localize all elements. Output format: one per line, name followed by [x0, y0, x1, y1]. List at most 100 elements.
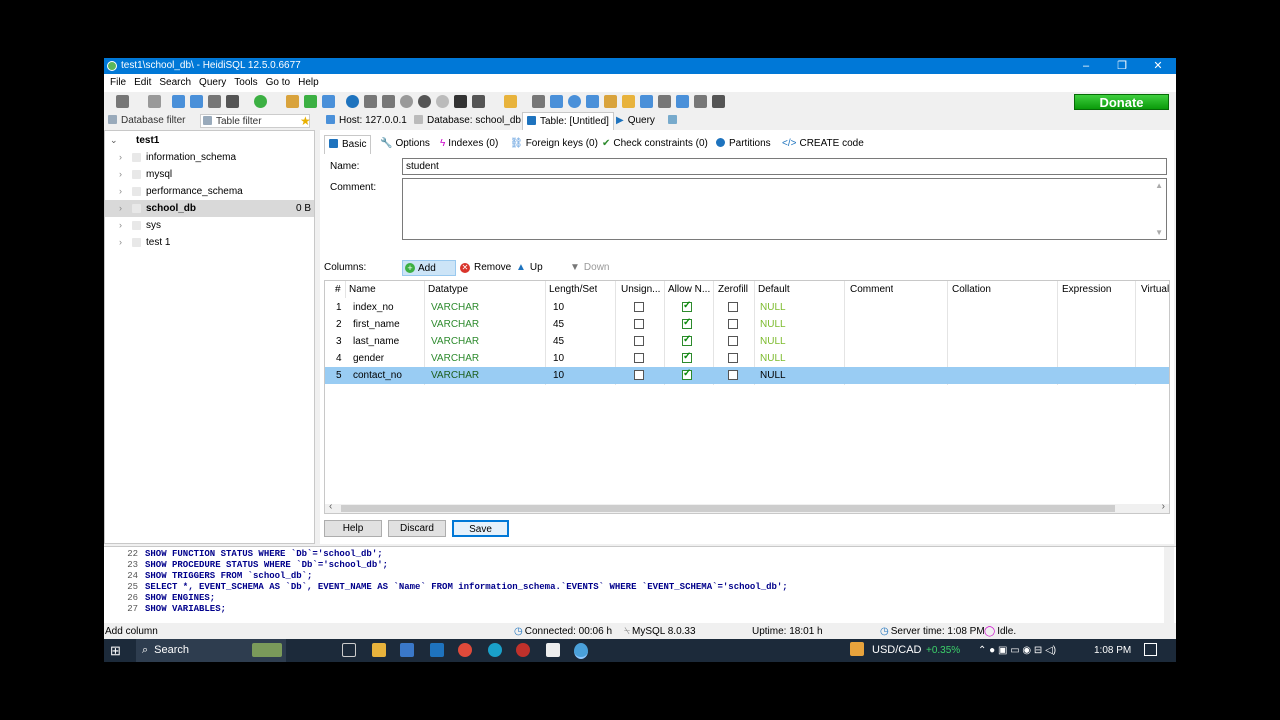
unsigned-checkbox[interactable]: [634, 353, 644, 363]
cancel-icon[interactable]: [454, 95, 467, 108]
column-header[interactable]: Collation: [952, 281, 991, 298]
tab-partitions[interactable]: Partitions: [716, 135, 771, 153]
filter-icon[interactable]: [622, 95, 635, 108]
column-header[interactable]: Datatype: [428, 281, 468, 298]
column-header[interactable]: Allow N...: [668, 281, 712, 298]
chevron-right-icon[interactable]: ›: [119, 200, 122, 217]
column-header[interactable]: Default: [758, 281, 790, 298]
brush-icon[interactable]: [604, 95, 617, 108]
zerofill-checkbox[interactable]: [728, 319, 738, 329]
column-header[interactable]: Unsign...: [621, 281, 660, 298]
unsigned-checkbox[interactable]: [634, 302, 644, 312]
store-icon[interactable]: [400, 643, 414, 657]
minimize-button[interactable]: –: [1068, 58, 1104, 74]
tree-node-db[interactable]: › information_schema: [105, 149, 314, 166]
menu-tools[interactable]: Tools: [230, 74, 261, 92]
allow-null-checkbox[interactable]: [682, 300, 692, 312]
table-row[interactable]: 4 gender VARCHAR 10 NULL: [325, 350, 1169, 367]
scroll-up-icon[interactable]: ▲: [1155, 181, 1163, 190]
tab-table[interactable]: Table: [Untitled]: [522, 112, 614, 130]
unsigned-checkbox[interactable]: [634, 319, 644, 329]
search-icon[interactable]: [568, 95, 581, 108]
record-icon[interactable]: [516, 643, 530, 657]
column-header[interactable]: Virtuali: [1141, 281, 1169, 298]
taskbar-search[interactable]: ⌕ Search: [136, 639, 286, 662]
tab-host[interactable]: Host: 127.0.0.1: [326, 112, 407, 130]
column-header[interactable]: Name: [349, 281, 376, 298]
tab-basic[interactable]: Basic: [324, 135, 372, 154]
post-icon[interactable]: [436, 95, 449, 108]
taskbar-clock[interactable]: 1:08 PM: [1094, 639, 1131, 662]
add-column-button[interactable]: + Add: [402, 260, 456, 276]
first-icon[interactable]: [364, 95, 377, 108]
disconnect-icon[interactable]: [148, 95, 161, 108]
allow-null-checkbox[interactable]: [682, 317, 692, 329]
unsigned-checkbox[interactable]: [634, 370, 644, 380]
allow-null-checkbox[interactable]: [682, 334, 692, 346]
connect-icon[interactable]: [116, 95, 129, 108]
remove-column-button[interactable]: ✕ Remove: [460, 260, 511, 276]
tree-node-host[interactable]: ⌄ test1: [105, 132, 314, 149]
zerofill-checkbox[interactable]: [728, 370, 738, 380]
format-icon[interactable]: [550, 95, 563, 108]
sync-icon[interactable]: [676, 95, 689, 108]
zerofill-checkbox[interactable]: [728, 336, 738, 346]
tab-database[interactable]: Database: school_db: [414, 112, 521, 130]
database-filter-input[interactable]: Database filter: [108, 114, 185, 128]
tree-node-db[interactable]: › test 1: [105, 234, 314, 251]
column-header[interactable]: Comment: [850, 281, 893, 298]
allow-null-checkbox[interactable]: [682, 351, 692, 363]
chevron-right-icon[interactable]: ›: [119, 166, 122, 183]
last-icon[interactable]: [382, 95, 395, 108]
refresh-icon[interactable]: [254, 95, 267, 108]
undo-icon[interactable]: [208, 95, 221, 108]
move-up-button[interactable]: ▲ Up: [516, 260, 543, 276]
wrap-icon[interactable]: [658, 95, 671, 108]
close-button[interactable]: ✕: [1140, 58, 1176, 74]
star-icon[interactable]: ★: [300, 114, 311, 128]
table-row[interactable]: 3 last_name VARCHAR 45 NULL: [325, 333, 1169, 350]
task-view-icon[interactable]: [342, 643, 356, 657]
column-header[interactable]: #: [335, 281, 341, 298]
notifications-icon[interactable]: [1144, 643, 1157, 656]
scroll-right-icon[interactable]: ›: [1162, 501, 1165, 512]
tree-node-db[interactable]: › performance_schema: [105, 183, 314, 200]
new-tab-button[interactable]: [668, 112, 681, 130]
add-row-icon[interactable]: [400, 95, 413, 108]
discard-button[interactable]: Discard: [388, 520, 446, 537]
windows-start-icon[interactable]: ⊞: [110, 643, 121, 659]
chevron-right-icon[interactable]: ›: [119, 234, 122, 251]
chevron-right-icon[interactable]: ›: [119, 149, 122, 166]
users-icon[interactable]: [286, 95, 299, 108]
tab-query[interactable]: ▶ Query: [616, 112, 655, 130]
tab-indexes[interactable]: ϟ Indexes (0): [440, 135, 498, 153]
run-icon[interactable]: [472, 95, 485, 108]
menu-goto[interactable]: Go to: [262, 74, 294, 92]
table-name-input[interactable]: student: [402, 158, 1167, 175]
exit-icon[interactable]: [712, 95, 725, 108]
menu-query[interactable]: Query: [195, 74, 230, 92]
copy-icon[interactable]: [172, 95, 185, 108]
vertical-scrollbar[interactable]: [1164, 547, 1174, 623]
scrollbar-thumb[interactable]: [341, 505, 1115, 512]
chrome-icon[interactable]: [458, 643, 472, 657]
move-down-button[interactable]: ▼ Down: [570, 260, 609, 276]
tab-foreign-keys[interactable]: ⛓ Foreign keys (0): [510, 135, 598, 153]
scroll-down-icon[interactable]: ▼: [1155, 228, 1163, 237]
horizontal-scrollbar[interactable]: ‹ ›: [325, 501, 1169, 513]
paste-icon[interactable]: [190, 95, 203, 108]
table-row[interactable]: 1 index_no VARCHAR 10 NULL: [325, 299, 1169, 316]
tree-node-db[interactable]: › sys: [105, 217, 314, 234]
heidisql-taskbar-icon[interactable]: [574, 643, 588, 659]
help-button[interactable]: Help: [324, 520, 382, 537]
table-row[interactable]: 2 first_name VARCHAR 45 NULL: [325, 316, 1169, 333]
allow-null-checkbox[interactable]: [682, 368, 692, 380]
menu-search[interactable]: Search: [155, 74, 195, 92]
save-file-icon[interactable]: [532, 95, 545, 108]
zerofill-checkbox[interactable]: [728, 302, 738, 312]
save-button[interactable]: Save: [452, 520, 509, 537]
column-header[interactable]: Zerofill: [718, 281, 748, 298]
donate-button[interactable]: Donate: [1074, 94, 1169, 110]
scroll-left-icon[interactable]: ‹: [329, 501, 332, 512]
app-icon[interactable]: [546, 643, 560, 657]
